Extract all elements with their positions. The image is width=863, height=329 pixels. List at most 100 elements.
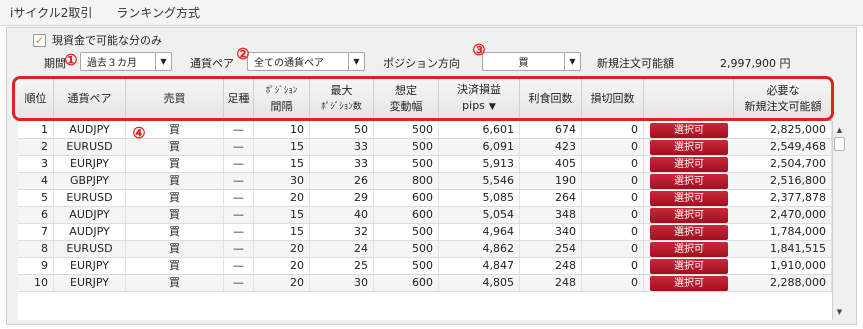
cell-side: 買 [126,173,224,189]
scroll-up-icon[interactable]: ▲ [833,123,846,136]
col-max-positions[interactable]: 最大 ﾎﾟｼﾞｼｮﾝ数 [310,76,374,121]
cell-max: 30 [310,275,374,291]
col-assumed-range[interactable]: 想定 変動幅 [374,76,439,121]
cell-stop: 0 [582,207,644,223]
cell-interval: 15 [254,224,310,240]
period-select[interactable]: 過去３カ月 ▼ [80,52,172,71]
select-button[interactable]: 選択可 [650,140,728,155]
cell-type: — [224,224,254,240]
select-button[interactable]: 選択可 [650,276,728,291]
cell-stop: 0 [582,258,644,274]
table-row[interactable]: 6 AUDJPY 買 —15 40 600 5,054 348 0 2,470,000 選択可 [18,207,832,224]
cell-pips: 6,091 [439,139,520,155]
cell-range: 500 [374,241,439,257]
cell-range: 500 [374,139,439,155]
scroll-thumb[interactable] [834,137,845,151]
table-row[interactable]: 3 EURJPY 買 —15 33 500 5,913 405 0 2,504,700 選択可 [18,156,832,173]
chevron-down-icon: ▼ [155,53,171,70]
cell-required: 1,784,000 [734,224,832,240]
cell-required: 1,841,515 [734,241,832,257]
cell-type: — [224,173,254,189]
cell-max: 24 [310,241,374,257]
cell-range: 500 [374,156,439,172]
cell-interval: 15 [254,207,310,223]
currency-select[interactable]: 全ての通貨ペア ▼ [247,52,365,71]
select-button[interactable]: 選択可 [650,191,728,206]
chevron-down-icon: ▼ [564,53,580,70]
cell-stop: 0 [582,139,644,155]
scroll-down-icon[interactable]: ▼ [833,305,846,318]
cell-pips: 5,546 [439,173,520,189]
cell-range: 500 [374,224,439,240]
cell-type: — [224,122,254,138]
col-rank[interactable]: 順位 [18,76,54,121]
cell-pair: EURUSD [54,190,126,206]
cell-max: 26 [310,173,374,189]
col-pair[interactable]: 通貨ペア [54,76,126,121]
col-select [644,76,734,121]
table-row[interactable]: 5 EURUSD 買 —20 29 600 5,085 264 0 2,377,878 選択可 [18,190,832,207]
cell-interval: 20 [254,241,310,257]
cell-interval: 20 [254,190,310,206]
direction-select[interactable]: 買 ▼ [482,52,581,71]
cell-profit: 248 [520,275,582,291]
col-side[interactable]: 売買 [126,76,224,121]
tab-isycle2[interactable]: iサイクル2取引 [10,4,92,21]
cell-interval: 20 [254,258,310,274]
select-button[interactable]: 選択可 [650,157,728,172]
cell-rank: 6 [18,207,54,223]
cell-interval: 10 [254,122,310,138]
cell-pair: AUDJPY [54,207,126,223]
col-profit-count[interactable]: 利食回数 [520,76,582,121]
cell-rank: 9 [18,258,54,274]
period-value: 過去３カ月 [87,58,137,69]
cell-max: 25 [310,258,374,274]
order-amount-value: 2,997,900 円 [720,57,791,70]
col-stop-count[interactable]: 損切回数 [582,76,644,121]
cell-range: 800 [374,173,439,189]
table-row[interactable]: 9 EURJPY 買 —20 25 500 4,847 248 0 1,910,000 選択可 [18,258,832,275]
cell-side: 買 [126,224,224,240]
col-position-interval[interactable]: ﾎﾟｼﾞｼｮﾝ 間隔 [254,76,310,121]
col-pips[interactable]: 決済損益 pips ▼ [439,76,520,121]
cell-profit: 190 [520,173,582,189]
cell-type: — [224,156,254,172]
cell-profit: 254 [520,241,582,257]
table-row[interactable]: 7 AUDJPY 買 —15 32 500 4,964 340 0 1,784,000 選択可 [18,224,832,241]
cell-stop: 0 [582,156,644,172]
cell-side: 買 [126,258,224,274]
annotation-1: ① [64,51,78,69]
cell-side: 買 [126,207,224,223]
cell-pair: EURJPY [54,156,126,172]
cell-stop: 0 [582,173,644,189]
select-button[interactable]: 選択可 [650,242,728,257]
cell-required: 1,910,000 [734,258,832,274]
cell-profit: 674 [520,122,582,138]
funds-filter-row: ✓ 現資金で可能な分のみ [33,32,162,48]
cell-profit: 348 [520,207,582,223]
select-button[interactable]: 選択可 [650,259,728,274]
cell-pips: 4,862 [439,241,520,257]
tab-ranking[interactable]: ランキング方式 [116,4,200,21]
table-row[interactable]: 4 GBPJPY 買 —30 26 800 5,546 190 0 2,516,800 選択可 [18,173,832,190]
select-button[interactable]: 選択可 [650,174,728,189]
table-row[interactable]: 8 EURUSD 買 —20 24 500 4,862 254 0 1,841,515 選択可 [18,241,832,258]
cell-range: 500 [374,122,439,138]
select-button[interactable]: 選択可 [650,225,728,240]
col-required-amount[interactable]: 必要な 新規注文可能額 [734,76,832,121]
vertical-scrollbar[interactable]: ▲ ▼ [832,121,846,320]
cell-max: 40 [310,207,374,223]
select-button[interactable]: 選択可 [650,208,728,223]
cell-max: 50 [310,122,374,138]
funds-only-checkbox[interactable]: ✓ [33,33,46,47]
cell-type: — [224,139,254,155]
cell-profit: 264 [520,190,582,206]
col-type[interactable]: 足種 [224,76,254,121]
order-amount-label: 新規注文可能額 [597,57,674,70]
table-row[interactable]: 10 EURJPY 買 —20 30 600 4,805 248 0 2,288,000 選択可 [18,275,832,292]
cell-interval: 15 [254,156,310,172]
cell-type: — [224,258,254,274]
select-button[interactable]: 選択可 [650,123,728,138]
cell-pair: EURUSD [54,139,126,155]
cell-pips: 4,805 [439,275,520,291]
